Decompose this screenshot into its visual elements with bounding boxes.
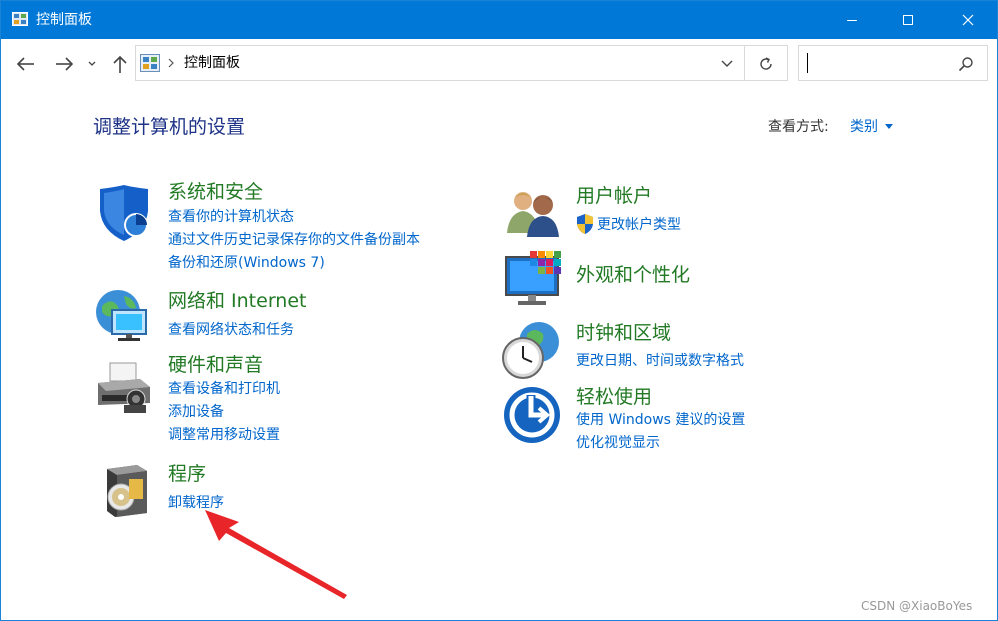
breadcrumb-chevron-icon	[168, 58, 174, 68]
shield-icon[interactable]	[96, 185, 152, 243]
annotation-arrow	[205, 510, 347, 599]
uac-shield-icon	[577, 214, 593, 234]
close-button[interactable]	[945, 1, 991, 39]
forward-button[interactable]	[53, 53, 75, 75]
users-icon[interactable]	[505, 189, 561, 237]
category-programs[interactable]: 程序	[168, 462, 206, 486]
maximize-icon	[903, 15, 913, 25]
back-arrow-icon	[16, 57, 34, 71]
category-appearance-personalization[interactable]: 外观和个性化	[576, 263, 690, 287]
minimize-icon	[847, 20, 857, 21]
control-panel-icon	[12, 12, 28, 26]
forward-arrow-icon	[56, 57, 74, 71]
category-hardware-sound[interactable]: 硬件和声音	[168, 353, 263, 377]
clock-globe-icon[interactable]	[501, 320, 561, 380]
network-globe-icon[interactable]	[94, 288, 154, 344]
ease-of-access-icon[interactable]	[503, 386, 561, 444]
link-backup-restore-win7[interactable]: 备份和还原(Windows 7)	[168, 254, 325, 272]
address-dropdown-icon[interactable]	[720, 59, 734, 69]
window-title: 控制面板	[36, 12, 92, 28]
navigation-bar: 控制面板	[1, 39, 997, 89]
category-system-security[interactable]: 系统和安全	[168, 180, 263, 204]
maximize-button[interactable]	[885, 1, 931, 39]
chevron-down-icon	[88, 61, 96, 66]
link-optimize-visual-display[interactable]: 优化视觉显示	[576, 434, 660, 452]
link-view-network-status[interactable]: 查看网络状态和任务	[168, 321, 294, 339]
view-by-dropdown[interactable]: 类别	[850, 118, 878, 136]
watermark-text: CSDN @XiaoBoYes	[861, 599, 973, 613]
close-icon	[962, 14, 974, 26]
back-button[interactable]	[15, 53, 37, 75]
category-clock-region[interactable]: 时钟和区域	[576, 321, 671, 345]
control-panel-window: 控制面板 控制面板 调整计算机的设置 查看方式: 类别 系统和安全 查看你的计算…	[0, 0, 998, 621]
view-by-label: 查看方式:	[768, 119, 829, 135]
refresh-button[interactable]	[745, 45, 788, 81]
link-view-computer-status[interactable]: 查看你的计算机状态	[168, 208, 294, 226]
page-title: 调整计算机的设置	[93, 116, 246, 138]
printer-icon[interactable]	[94, 361, 154, 417]
search-icon	[958, 57, 973, 72]
category-network-internet[interactable]: 网络和 Internet	[168, 289, 306, 313]
minimize-button[interactable]	[829, 1, 875, 39]
title-bar: 控制面板	[1, 1, 997, 39]
recent-locations-button[interactable]	[85, 53, 99, 75]
link-mobility-settings[interactable]: 调整常用移动设置	[168, 426, 280, 444]
link-change-account-type[interactable]: 更改帐户类型	[597, 216, 681, 234]
category-user-accounts[interactable]: 用户帐户	[576, 184, 652, 208]
monitor-color-icon[interactable]	[504, 251, 564, 309]
search-input[interactable]	[798, 45, 988, 81]
refresh-icon	[760, 57, 772, 70]
category-ease-of-access[interactable]: 轻松使用	[576, 385, 652, 409]
chevron-down-icon[interactable]	[885, 124, 893, 130]
breadcrumb-control-panel[interactable]: 控制面板	[184, 54, 240, 72]
link-windows-recommended-settings[interactable]: 使用 Windows 建议的设置	[576, 411, 745, 429]
up-arrow-icon	[113, 55, 127, 73]
control-panel-icon	[140, 54, 160, 72]
link-devices-printers[interactable]: 查看设备和打印机	[168, 380, 280, 398]
link-add-device[interactable]: 添加设备	[168, 403, 224, 421]
program-disc-icon[interactable]	[101, 463, 153, 519]
link-file-history-backup[interactable]: 通过文件历史记录保存你的文件备份副本	[168, 231, 420, 249]
up-button[interactable]	[109, 53, 131, 75]
link-change-date-time-format[interactable]: 更改日期、时间或数字格式	[576, 352, 744, 370]
text-cursor	[807, 53, 808, 73]
address-bar[interactable]: 控制面板	[135, 45, 745, 81]
